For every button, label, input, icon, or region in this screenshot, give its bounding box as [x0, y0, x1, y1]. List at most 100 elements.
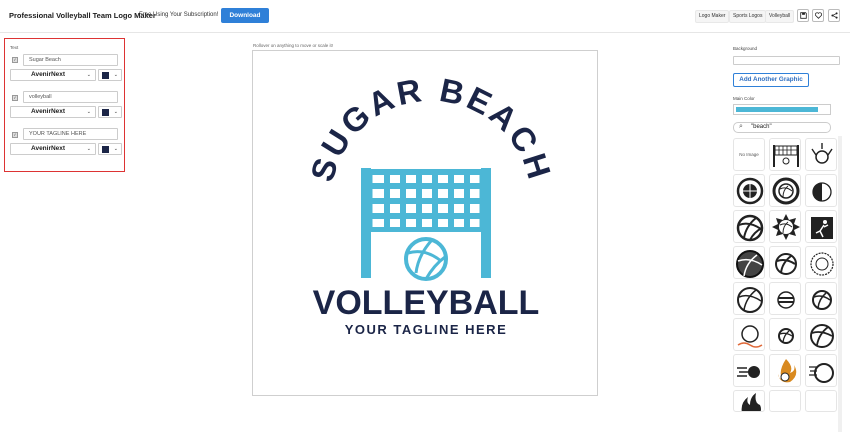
volleyball-ball-icon: [810, 324, 834, 348]
volleyball-striped-icon: [777, 291, 795, 309]
chevron-down-icon: ⌄: [86, 146, 91, 152]
graphic-thumb[interactable]: [733, 210, 765, 243]
graphic-thumb[interactable]: [733, 174, 765, 207]
graphic-thumb[interactable]: [805, 138, 837, 171]
text-2-font-value: AvenirNext: [31, 108, 66, 115]
text-1-font-select[interactable]: AvenirNext ⌄: [10, 69, 96, 81]
color-swatch: [102, 72, 109, 79]
text-2-visible-checkbox[interactable]: ✓: [12, 95, 18, 101]
text-1-font-value: AvenirNext: [31, 71, 66, 78]
volleyball-ball: [404, 237, 448, 281]
download-button[interactable]: Download: [221, 8, 269, 23]
chevron-down-icon: ⌄: [113, 72, 118, 78]
color-swatch: [102, 146, 109, 153]
graphic-thumb[interactable]: [733, 246, 765, 279]
chevron-down-icon: ⌄: [86, 72, 91, 78]
volleyball-flame-icon: [778, 359, 797, 383]
graphic-thumb[interactable]: [769, 174, 801, 207]
text-3-color-select[interactable]: ⌄: [98, 143, 122, 155]
text-3-visible-checkbox[interactable]: ✓: [12, 132, 18, 138]
graphic-thumb[interactable]: [769, 210, 801, 243]
nav-link-volleyball[interactable]: Volleyball: [765, 10, 795, 23]
volleyball-ball-icon: [809, 363, 834, 383]
graphic-thumb[interactable]: [769, 138, 801, 171]
main-color-swatch: [736, 107, 818, 112]
main-color-picker[interactable]: [733, 104, 831, 115]
chevron-down-icon: ⌄: [86, 109, 91, 115]
volleyball-seal-icon: [810, 252, 834, 276]
graphic-thumb[interactable]: [733, 318, 765, 351]
text-2-font-select[interactable]: AvenirNext ⌄: [10, 106, 96, 118]
save-button[interactable]: [797, 9, 809, 22]
chevron-down-icon: ⌄: [113, 146, 118, 152]
volleyball-half-icon: [812, 182, 832, 202]
graphic-thumb[interactable]: [733, 354, 765, 387]
graphic-thumb[interactable]: [805, 210, 837, 243]
logo-arc-text[interactable]: SUGAR BEACH: [303, 71, 559, 186]
no-image-label: No Image: [739, 152, 759, 157]
graphic-thumb[interactable]: [769, 246, 801, 279]
volleyball-wings-icon: [811, 143, 833, 164]
text-1-input[interactable]: Sugar Beach: [23, 54, 118, 66]
volleyball-net-graphic[interactable]: [361, 168, 491, 281]
canvas-hint: Rollover on anything to move or scale it…: [253, 43, 334, 48]
app-title: Professional Volleyball Team Logo Maker: [9, 11, 156, 20]
text-editor-panel: Text ✓ Sugar Beach AvenirNext ⌄ ⌄ ✓ volle…: [4, 38, 125, 172]
background-selector[interactable]: [733, 56, 840, 65]
text-3-input[interactable]: YOUR TAGLINE HERE: [23, 128, 118, 140]
top-bar: Professional Volleyball Team Logo Maker …: [0, 0, 850, 33]
chevron-down-icon: ⌄: [113, 109, 118, 115]
graphic-thumb[interactable]: [805, 246, 837, 279]
logo-tagline[interactable]: YOUR TAGLINE HERE: [345, 322, 508, 337]
graphic-thumb[interactable]: [805, 390, 837, 412]
volleyball-ball-icon: [737, 287, 763, 313]
nav-link-logo-maker[interactable]: Logo Maker: [695, 10, 730, 23]
graphic-thumb[interactable]: [769, 354, 801, 387]
nav-link-sports-logos[interactable]: Sports Logos: [729, 10, 767, 23]
graphic-thumb[interactable]: [805, 354, 837, 387]
volleyball-ball-icon: [812, 290, 832, 310]
text-1-visible-checkbox[interactable]: ✓: [12, 57, 18, 63]
graphic-thumb[interactable]: [805, 318, 837, 351]
volleyball-ball-icon: [778, 328, 794, 344]
color-swatch: [102, 109, 109, 116]
graphic-thumb[interactable]: [769, 390, 801, 412]
volleyball-beach-icon: [737, 325, 763, 348]
graphic-thumb[interactable]: [805, 282, 837, 315]
graphic-no-image[interactable]: No Image: [733, 138, 765, 171]
background-label: Background: [733, 46, 758, 51]
text-2-color-select[interactable]: ⌄: [98, 106, 122, 118]
graphic-thumb[interactable]: [769, 318, 801, 351]
volleyball-net-icon: [773, 145, 799, 167]
graphic-search-input[interactable]: ⌕ "beach": [733, 122, 831, 133]
logo-canvas[interactable]: SUGAR BEACH VOLLEYBALL YOUR TAGLINE HERE: [252, 50, 598, 396]
logo-main-text[interactable]: VOLLEYBALL: [313, 284, 540, 322]
volleyball-badge-icon: [772, 177, 800, 205]
volleyball-star-badge-icon: [772, 214, 800, 240]
graphic-thumb[interactable]: [733, 390, 765, 412]
volleyball-ball-icon: [736, 214, 764, 242]
save-icon: [799, 12, 807, 19]
favorite-button[interactable]: [812, 9, 824, 22]
text-3-font-value: AvenirNext: [31, 145, 66, 152]
text-2-input[interactable]: volleyball: [23, 91, 118, 103]
share-icon: [830, 12, 838, 19]
graphic-thumb[interactable]: [805, 174, 837, 207]
text-3-font-select[interactable]: AvenirNext ⌄: [10, 143, 96, 155]
text-section-label: Text: [10, 45, 19, 50]
text-1-color-select[interactable]: ⌄: [98, 69, 122, 81]
volleyball-emblem-icon: [736, 177, 764, 205]
graphic-thumb[interactable]: [733, 282, 765, 315]
heart-icon: [814, 12, 822, 19]
main-color-label: Main Color: [733, 96, 755, 101]
volleyball-speed-icon: [737, 366, 760, 378]
share-button[interactable]: [828, 9, 840, 22]
subscription-status: Free Using Your Subscription!: [139, 12, 219, 18]
volleyball-player-icon: [811, 217, 833, 239]
add-another-graphic-button[interactable]: Add Another Graphic: [733, 73, 809, 87]
graphics-scrollbar[interactable]: [838, 136, 842, 432]
search-icon: ⌕: [739, 123, 743, 130]
volleyball-ball-icon: [775, 253, 797, 275]
graphic-thumb[interactable]: [769, 282, 801, 315]
logo-artwork[interactable]: SUGAR BEACH VOLLEYBALL YOUR TAGLINE HERE: [253, 51, 599, 397]
